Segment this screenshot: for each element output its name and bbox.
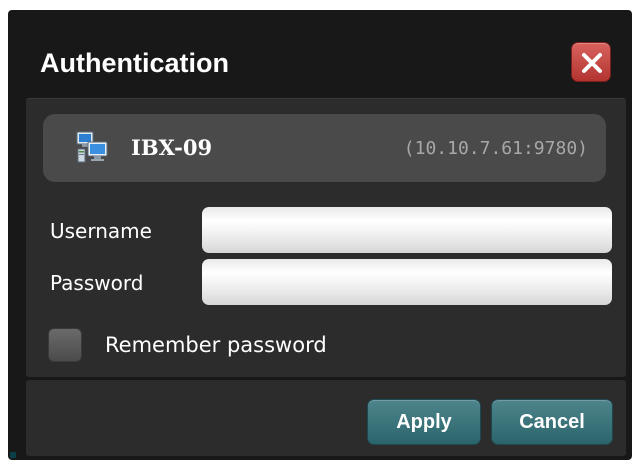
username-input[interactable] <box>202 207 612 253</box>
remember-password-label: Remember password <box>105 333 327 357</box>
server-info: IBX-09 (10.10.7.61:9780) <box>43 114 606 182</box>
remember-password-option[interactable]: Remember password <box>48 327 327 363</box>
credentials-panel: IBX-09 (10.10.7.61:9780) Username Passwo… <box>26 98 626 377</box>
username-label: Username <box>50 219 152 243</box>
network-computers-icon <box>76 131 108 163</box>
dialog-footer: Apply Cancel <box>26 380 626 456</box>
server-name: IBX-09 <box>131 135 213 160</box>
page: Authentication IBX-09 (10.10.7.61:9780) … <box>0 0 640 466</box>
close-x-icon <box>582 53 602 73</box>
apply-button[interactable]: Apply <box>367 399 481 445</box>
resize-grip[interactable] <box>10 452 16 458</box>
password-input[interactable] <box>202 259 612 305</box>
dialog-title: Authentication <box>40 48 229 78</box>
password-label: Password <box>50 271 144 295</box>
close-button[interactable] <box>571 42 611 82</box>
authentication-dialog: Authentication IBX-09 (10.10.7.61:9780) … <box>8 10 632 460</box>
cancel-button[interactable]: Cancel <box>491 399 613 445</box>
dialog-titlebar: Authentication <box>8 10 632 98</box>
server-address: (10.10.7.61:9780) <box>403 138 588 159</box>
remember-password-checkbox[interactable] <box>48 328 82 362</box>
